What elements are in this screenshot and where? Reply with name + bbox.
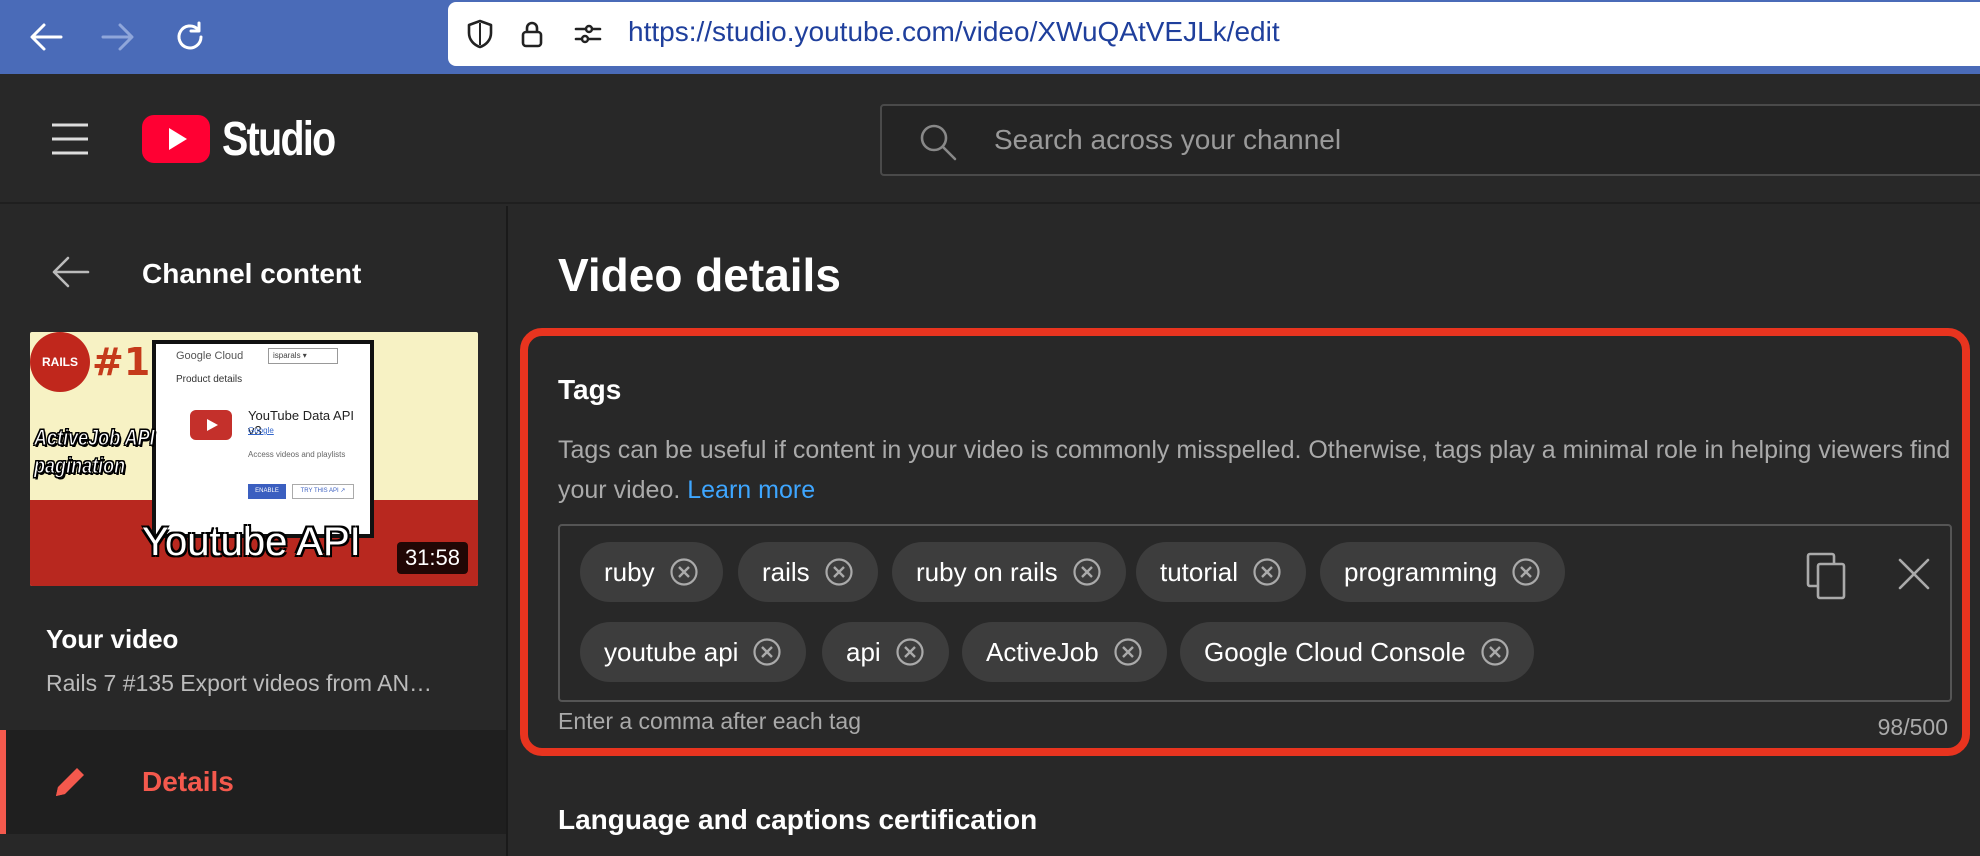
search-input[interactable] bbox=[994, 118, 1894, 162]
reload-icon bbox=[177, 21, 203, 50]
thumbnail-card-brand: Google Cloud bbox=[176, 350, 244, 362]
remove-tag-icon[interactable] bbox=[824, 557, 854, 587]
arrow-left-icon bbox=[52, 256, 90, 288]
tag-chip: rails bbox=[738, 542, 878, 602]
tag-label: ruby bbox=[604, 556, 655, 587]
tag-chip: ruby on rails bbox=[892, 542, 1126, 602]
tag-chip: tutorial bbox=[1136, 542, 1307, 602]
shield-icon[interactable] bbox=[464, 18, 496, 50]
video-thumbnail[interactable]: RAILS #135 Google Cloud isparals ▾ Produ… bbox=[30, 332, 478, 586]
page-title: Video details bbox=[558, 249, 841, 301]
tag-chip: api bbox=[822, 622, 949, 682]
tag-label: api bbox=[846, 636, 881, 667]
video-title[interactable]: Rails 7 #135 Export videos from AN… bbox=[46, 670, 432, 697]
tag-label: tutorial bbox=[1160, 556, 1239, 587]
rails-badge: RAILS bbox=[30, 332, 90, 392]
channel-content-back-link[interactable]: Channel content bbox=[0, 240, 508, 304]
thumbnail-card-section: Product details bbox=[176, 374, 243, 385]
tag-label: ActiveJob bbox=[986, 636, 1099, 667]
main-content: Video details Tags Tags can be useful if… bbox=[510, 206, 1980, 856]
remove-tag-icon[interactable] bbox=[669, 557, 699, 587]
tag-label: programming bbox=[1344, 556, 1498, 587]
remove-tag-icon[interactable] bbox=[895, 637, 925, 667]
channel-content-label: Channel content bbox=[142, 258, 362, 289]
remove-tag-icon[interactable] bbox=[1511, 557, 1541, 587]
lock-icon[interactable] bbox=[516, 18, 548, 50]
arrow-right-icon bbox=[101, 23, 134, 51]
url-bar[interactable]: https://studio.youtube.com/video/XWuQAtV… bbox=[448, 2, 1980, 66]
back-button[interactable] bbox=[22, 13, 70, 61]
tags-description: Tags can be useful if content in your vi… bbox=[558, 430, 1958, 510]
arrow-left-icon bbox=[30, 23, 63, 51]
thumbnail-caption: Youtube API bbox=[142, 520, 361, 564]
url-text[interactable]: https://studio.youtube.com/video/XWuQAtV… bbox=[628, 16, 1280, 48]
tag-chip: youtube api bbox=[580, 622, 807, 682]
tag-chip: ActiveJob bbox=[962, 622, 1167, 682]
search-box[interactable] bbox=[880, 104, 1980, 176]
thumbnail-card-vendor: Google bbox=[248, 426, 274, 435]
tags-input[interactable]: ruby rails ruby on rails tutorial progra… bbox=[558, 524, 1952, 702]
learn-more-link[interactable]: Learn more bbox=[687, 476, 815, 504]
remove-tag-icon[interactable] bbox=[752, 637, 782, 667]
tags-hint: Enter a comma after each tag bbox=[558, 708, 861, 734]
remove-tag-icon[interactable] bbox=[1480, 637, 1510, 667]
browser-toolbar: https://studio.youtube.com/video/XWuQAtV… bbox=[0, 0, 1980, 74]
tag-label: youtube api bbox=[604, 636, 739, 667]
language-captions-heading: Language and captions certification bbox=[558, 804, 1038, 835]
search-icon bbox=[920, 124, 957, 161]
app-header: Studio bbox=[0, 74, 1980, 204]
thumbnail-card-project: isparals ▾ bbox=[268, 348, 338, 364]
tags-character-count: 98/500 bbox=[1877, 714, 1948, 740]
permissions-icon[interactable] bbox=[572, 18, 604, 50]
studio-logo[interactable]: Studio bbox=[142, 112, 359, 166]
tag-label: ruby on rails bbox=[916, 556, 1058, 587]
close-icon[interactable] bbox=[1896, 556, 1932, 592]
tag-label: rails bbox=[762, 556, 810, 587]
video-duration: 31:58 bbox=[396, 542, 468, 574]
your-video-label: Your video bbox=[46, 624, 179, 654]
pencil-icon bbox=[56, 768, 84, 796]
remove-tag-icon[interactable] bbox=[1113, 637, 1143, 667]
youtube-logo-icon bbox=[142, 115, 210, 163]
tags-heading: Tags bbox=[558, 374, 622, 405]
remove-tag-icon[interactable] bbox=[1252, 557, 1282, 587]
tags-section: Tags Tags can be useful if content in yo… bbox=[520, 328, 1970, 756]
sidebar-item-label: Details bbox=[142, 766, 234, 797]
logo-text: Studio bbox=[222, 112, 336, 166]
thumbnail-card-try: TRY THIS API ↗ bbox=[292, 484, 354, 499]
sidebar-item-details[interactable]: Details bbox=[0, 730, 506, 834]
tag-chip: Google Cloud Console bbox=[1180, 622, 1534, 682]
thumbnail-overlay-text: ActiveJob API pagination bbox=[34, 425, 155, 479]
youtube-logo-icon bbox=[190, 410, 232, 440]
copy-icon[interactable] bbox=[1804, 552, 1848, 600]
tag-label: Google Cloud Console bbox=[1204, 636, 1466, 667]
hamburger-menu-icon[interactable] bbox=[50, 122, 90, 156]
tag-chip: ruby bbox=[580, 542, 723, 602]
sidebar: Channel content RAILS #135 Google Cloud … bbox=[0, 206, 508, 856]
thumbnail-card-enable: ENABLE bbox=[248, 484, 286, 499]
remove-tag-icon[interactable] bbox=[1072, 557, 1102, 587]
forward-button[interactable] bbox=[94, 13, 142, 61]
tag-chip: programming bbox=[1320, 542, 1566, 602]
reload-button[interactable] bbox=[166, 13, 214, 61]
thumbnail-card-desc: Access videos and playlists bbox=[248, 450, 346, 459]
